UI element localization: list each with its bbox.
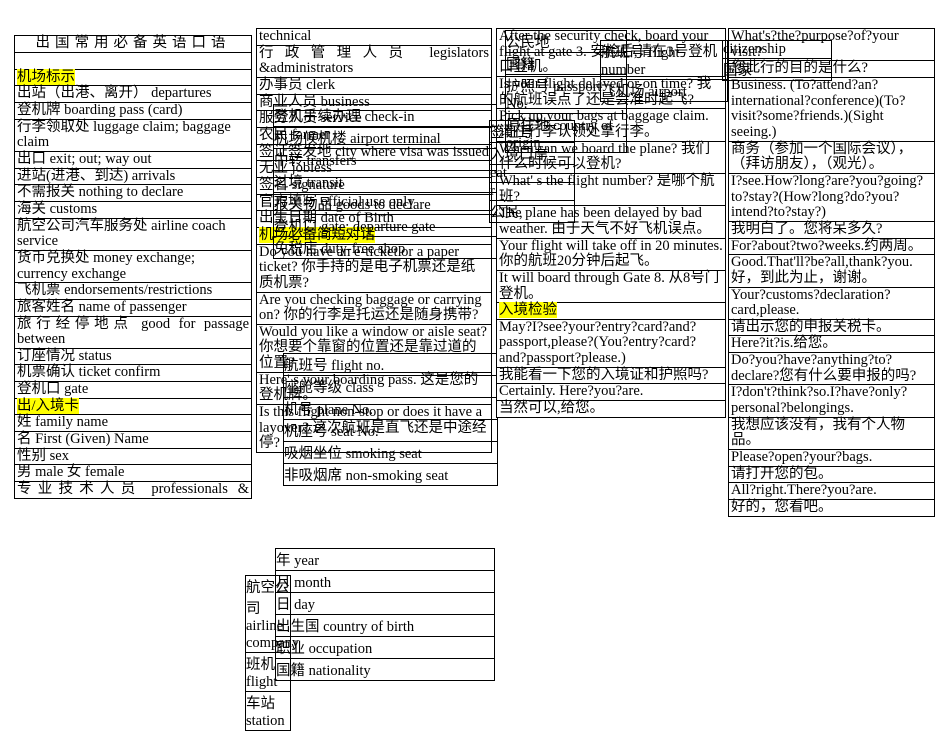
list-item: 飞机票 endorsements/restrictions: [14, 282, 252, 299]
list-item: 行政管理人员 legislators &administrators: [256, 44, 492, 77]
list-item: 请出示您的申报关税卡。: [728, 318, 935, 336]
list-item: Certainly. Here?you?are.: [496, 383, 726, 401]
list-item: 机票确认 ticket confirm: [14, 364, 252, 382]
overlay-table-date-occupation-terms: 年 year 月 month 日 day 出生国 country of birt…: [275, 548, 495, 681]
list-item: 飞机场 airport: [600, 79, 728, 102]
list-item: 日 day: [275, 592, 495, 614]
list-item: 出口 exit; out; way out: [14, 150, 252, 168]
list-item: technical: [256, 28, 492, 45]
list-item: 车站 station: [245, 691, 291, 731]
list-item: 行李领取处 luggage claim; baggage claim: [14, 118, 252, 151]
list-item: 入境口岸: [489, 142, 575, 164]
list-item: 我想应该没有，我有个人物品。: [728, 416, 935, 450]
section-heading-airport-signs: 机场标示: [14, 68, 252, 86]
list-item: Business. (To?attend?an?international?co…: [728, 76, 935, 141]
list-item: 国家: [722, 58, 832, 81]
list-item: 好的，您看吧。: [728, 499, 935, 517]
list-item: 出站（出港、离开） departures: [14, 85, 252, 102]
list-item: Please?open?your?bags.: [728, 449, 935, 466]
list-item: 机场候机楼 airport terminal: [273, 126, 498, 148]
list-item: 旅行经停地点 good for passage between: [14, 315, 252, 348]
list-item: 专业技术人员 professionals &: [14, 481, 252, 499]
list-item: For?about?two?weeks.约两周。: [728, 237, 935, 255]
list-item: 职业 occupation: [275, 636, 495, 658]
list-item: 办事员 clerk: [256, 76, 492, 94]
list-item: 航空公司汽车服务处 airline coach service: [14, 217, 252, 250]
column-4-table: What's?the?purpose?of?your visit? 您此行的目的…: [728, 28, 935, 517]
document-page: 出国常用必备英语口语 机场标示 出站（出港、离开） departures 登机牌…: [0, 0, 945, 731]
list-item: 签证号: [489, 120, 575, 142]
list-item: 出生国 country of birth: [275, 614, 495, 636]
list-item: 订座情况 status: [14, 347, 252, 365]
list-item: 非吸烟席 non-smoking seat: [283, 463, 498, 486]
list-item: Your flight will take off in 20 minutes.…: [496, 237, 726, 270]
overlay-table-visa-terms: 签证号 入境口岸 eat r 公民,: [489, 120, 575, 223]
list-item: 当然可以,给您。: [496, 400, 726, 418]
list-item: 中转 transfers: [273, 148, 498, 170]
overlay-table-checkin-terms: 登机手续办理 check-in 机场候机楼 airport terminal 中…: [273, 104, 498, 259]
list-item: 商务（参加一个国际会议），（拜访朋友），（观光）。: [728, 140, 935, 173]
list-item: Are you checking baggage or carrying on?…: [256, 291, 492, 324]
overlay-table-airline-terms: 航空公司 airline company 班机 flight 车站 statio…: [245, 575, 299, 731]
list-item: 海关 customs: [14, 200, 252, 218]
list-item: 名 First (Given) Name: [14, 431, 252, 448]
list-item: 月 month: [275, 570, 495, 592]
list-item: 机座号 seat No.: [283, 419, 498, 441]
list-item: 旅客姓名 name of passenger: [14, 298, 252, 316]
list-item: Your?customs?declaration?card,please.: [728, 286, 935, 319]
list-item: 过境 transit: [273, 170, 498, 192]
overlay-table-seat-terms: 航班号 flight no. 座舱等级 class 机号 plane No. 机…: [283, 353, 498, 486]
list-item: 不需报关 nothing to declare: [14, 184, 252, 201]
list-item: 男 male 女 female: [14, 464, 252, 482]
list-item: 航空公司 airline company: [245, 575, 299, 652]
list-item: 班机 flight: [245, 652, 291, 691]
list-item: 请打开您的包。: [728, 465, 935, 483]
list-item: 登机口 gate: [14, 381, 252, 398]
list-item: 免税店 duty-free shop: [273, 236, 498, 259]
section-heading-entry-exit-card: 出/入境卡: [14, 397, 252, 415]
list-item: It will board through Gate 8. 从8号门登机。: [496, 269, 726, 303]
list-item: I?see.How?long?are?you?going?to?stay?(Ho…: [728, 172, 935, 221]
list-item: 性别 sex: [14, 447, 252, 465]
list-item: 我明白了。您将呆多久?: [728, 220, 935, 238]
list-item: Here?it?is.给您。: [728, 335, 935, 353]
list-item: 登机手续办理 check-in: [273, 104, 498, 126]
list-item: May?I?see?your?entry?card?and?passport,p…: [496, 318, 726, 367]
list-item: 国籍 nationality: [275, 658, 495, 681]
list-item: 货币兑换处 money exchange; currency exchange: [14, 249, 252, 283]
list-item: 座舱等级 class: [283, 375, 498, 397]
list-item: I?don't?think?so.I?have?only?personal?be…: [728, 384, 935, 417]
list-item: citizenship: [722, 40, 832, 58]
list-item: 进站(进港、到达) arrivals: [14, 167, 252, 185]
list-item: 我能看一下您的入境证和护照吗?: [496, 366, 726, 384]
section-heading-entry-inspection: 入境检验: [496, 302, 726, 319]
spacer-row: [14, 51, 252, 69]
list-item: 航班号 flight number: [600, 40, 728, 79]
list-item: 登机口 gate; departure gate: [273, 214, 498, 236]
overlay-table-flight-airport-terms: 航班号 flight number 飞机场 airport: [600, 40, 728, 102]
document-title: 出国常用必备英语口语: [14, 35, 252, 52]
list-item: 航班号 flight no.: [283, 353, 498, 375]
list-item: 年 year: [275, 548, 495, 570]
list-item: r: [489, 182, 575, 200]
list-item: 登机牌 boarding pass (card): [14, 101, 252, 119]
column-1-table: 出国常用必备英语口语 机场标示 出站（出港、离开） departures 登机牌…: [14, 35, 252, 499]
list-item: All?right.There?you?are.: [728, 482, 935, 500]
list-item: 吸烟坐位 smoking seat: [283, 441, 498, 463]
list-item: 公民,: [489, 200, 575, 223]
list-item: 报关物品 goods to declare: [273, 192, 498, 214]
list-item: Do?you?have?anything?to?declare?您有什么要申报的…: [728, 352, 935, 385]
list-item: Good.That'll?be?all,thank?you.好，到此为止，谢谢。: [728, 254, 935, 287]
overlay-table-citizenship-terms: citizenship 国家: [722, 40, 832, 81]
list-item: 机号 plane No.: [283, 397, 498, 419]
list-item: eat: [489, 164, 575, 182]
list-item: 姓 family name: [14, 414, 252, 432]
